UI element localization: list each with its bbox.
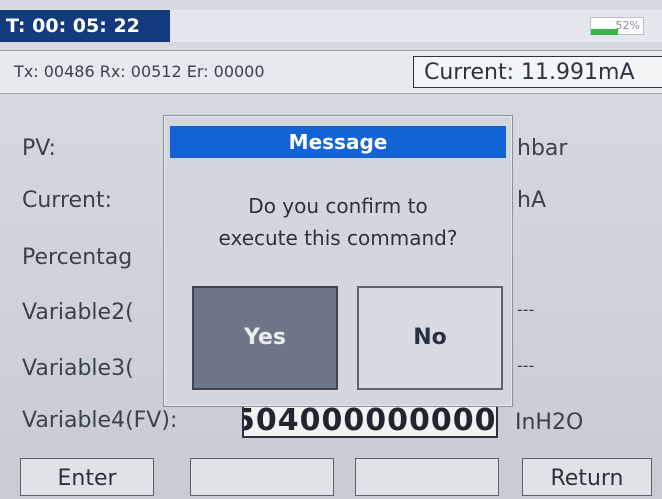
yes-button[interactable]: Yes <box>192 286 338 390</box>
device-screen: T: 00: 05: 22 52% Tx: 00486 Rx: 00512 Er… <box>0 0 662 496</box>
variable4-value-field[interactable]: 504000000000 <box>242 404 498 438</box>
softkey-3[interactable] <box>355 458 499 496</box>
variable2-unit: --- <box>517 300 535 319</box>
battery-icon: 52% <box>590 17 644 35</box>
comm-counters: Tx: 00486 Rx: 00512 Er: 00000 <box>14 62 265 81</box>
variable4-label: Variable4(FV): <box>22 408 178 433</box>
pv-label: PV: <box>22 136 56 161</box>
dialog-title: Message <box>170 126 506 158</box>
dialog-message: Do you confirm to execute this command? <box>164 190 512 254</box>
percentage-label: Percentag <box>22 245 133 270</box>
battery-level-bar <box>591 29 619 35</box>
confirm-dialog: Message Do you confirm to execute this c… <box>163 115 513 407</box>
variable3-label: Variable3( <box>22 356 134 381</box>
status-bar: T: 00: 05: 22 52% <box>0 10 662 42</box>
dialog-message-line1: Do you confirm to <box>248 194 428 218</box>
current-readout: Current: 11.991mA <box>413 56 662 88</box>
softkey-2[interactable] <box>190 458 334 496</box>
current-label: Current: <box>22 188 113 213</box>
session-timer: T: 00: 05: 22 <box>0 10 170 42</box>
comm-status-line: Tx: 00486 Rx: 00512 Er: 00000 Current: 1… <box>0 50 662 94</box>
pv-unit: hbar <box>517 136 568 161</box>
variable2-label: Variable2( <box>22 300 134 325</box>
softkey-enter[interactable]: Enter <box>20 458 154 496</box>
variable3-unit: --- <box>517 356 535 375</box>
battery-percentage: 52% <box>615 19 640 32</box>
softkey-return[interactable]: Return <box>522 458 652 496</box>
dialog-message-line2: execute this command? <box>218 226 458 250</box>
variable4-unit: InH2O <box>515 410 584 435</box>
no-button[interactable]: No <box>357 286 503 390</box>
current-unit: hA <box>517 188 546 213</box>
